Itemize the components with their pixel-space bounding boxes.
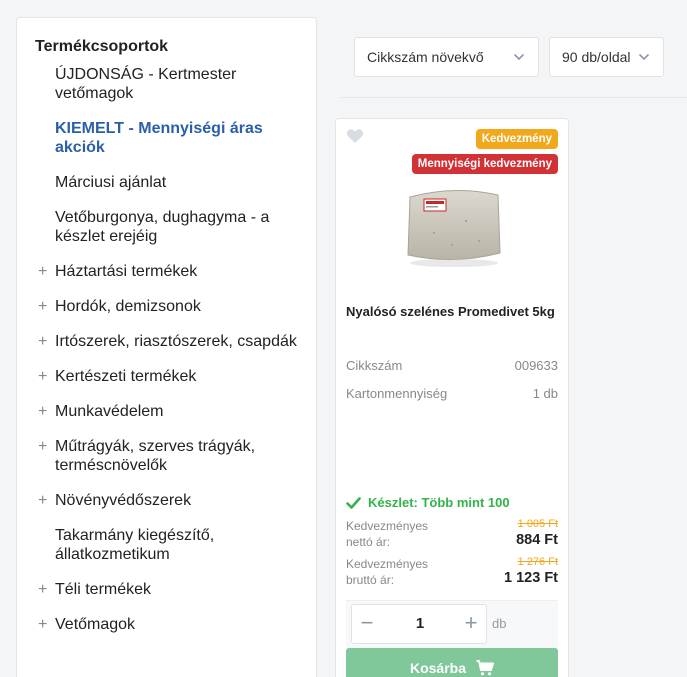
category-label[interactable]: Takarmány kiegészítő, állatkozmetikum [55,526,298,564]
category-label[interactable]: Irtószerek, riasztószerek, csapdák [55,332,298,351]
sidebar-title: Termékcsoportok [35,38,169,55]
expand-plus-icon[interactable]: + [35,402,55,421]
product-name[interactable]: Nyalósó szelénes Promedivet 5kg [346,304,560,319]
category-label[interactable]: Kertészeti termékek [55,367,298,386]
category-item[interactable]: + Munkavédelem [35,402,298,421]
category-item[interactable]: KIEMELT - Mennyiségi áras akciók [35,119,298,157]
minus-icon[interactable]: − [352,605,382,643]
expand-plus-icon[interactable]: + [35,491,55,510]
category-item[interactable]: + Háztartási termékek [35,262,298,281]
expand-plus-icon[interactable]: + [35,297,55,316]
add-to-cart-button[interactable]: Kosárba [346,648,558,677]
category-label[interactable]: Háztartási termékek [55,262,298,281]
net-new-price: 884 Ft [516,532,558,548]
quantity-discount-badge: Mennyiségi kedvezmény [411,154,558,174]
add-to-cart-label: Kosárba [409,660,467,676]
sku-row: Cikkszám 009633 [346,358,558,373]
category-sidebar: Termékcsoportok ÚJDONSÁG - Kertmester ve… [16,17,317,677]
category-item[interactable]: + Irtószerek, riasztószerek, csapdák [35,332,298,351]
category-label[interactable]: Hordók, demizsonok [55,297,298,316]
net-old-price: 1 005 Ft [517,518,558,530]
check-icon [346,496,361,509]
expand-plus-icon[interactable]: + [35,580,55,599]
category-label[interactable]: ÚJDONSÁG - Kertmester vetőmagok [55,65,298,103]
heart-icon[interactable] [346,128,364,144]
quantity-input[interactable]: 1 [382,605,458,643]
stock-status: Készlet: Több mint 100 [346,495,510,510]
product-image[interactable] [404,183,504,269]
carton-row: Kartonmennyiség 1 db [346,386,558,401]
category-label[interactable]: Vetőburgonya, dughagyma - a készlet erej… [55,208,298,246]
per-page-select[interactable]: 90 db/oldal [549,37,664,77]
category-item[interactable]: Vetőburgonya, dughagyma - a készlet erej… [35,208,298,246]
category-label[interactable]: Vetőmagok [55,615,298,634]
category-label[interactable]: Márciusi ajánlat [55,173,298,192]
category-item[interactable]: Takarmány kiegészítő, állatkozmetikum [35,526,298,564]
expand-plus-icon[interactable]: + [35,367,55,386]
product-card: Kedvezmény Mennyiségi kedvezmény Nyalósó… [335,118,569,677]
category-label[interactable]: KIEMELT - Mennyiségi áras akciók [55,119,298,157]
gross-old-price: 1 276 Ft [517,556,558,568]
quantity-unit: db [492,616,507,631]
sku-value: 009633 [514,358,558,373]
category-label[interactable]: Műtrágyák, szerves trágyák, terméscnövel… [55,437,298,475]
sort-select[interactable]: Cikkszám növekvő [354,37,539,77]
chevron-down-icon [639,54,649,61]
carton-label: Kartonmennyiség [346,386,448,401]
gross-price-row: Kedvezményes bruttó ár: 1 276 Ft 1 123 F… [346,556,558,590]
expand-plus-icon[interactable]: + [35,332,55,351]
category-item[interactable]: + Növényvédőszerek [35,491,298,510]
plus-icon[interactable]: + [456,605,486,643]
sku-label: Cikkszám [346,358,403,373]
gross-price-label: Kedvezményes bruttó ár: [346,557,429,587]
category-label[interactable]: Téli termékek [55,580,298,599]
quantity-stepper: − 1 + [351,604,487,644]
category-item[interactable]: + Kertészeti termékek [35,367,298,386]
category-item[interactable]: Márciusi ajánlat [35,173,298,192]
category-item[interactable]: + Műtrágyák, szerves trágyák, terméscnöve… [35,437,298,475]
discount-badge: Kedvezmény [475,129,558,149]
net-price-label: Kedvezményes nettó ár: [346,519,429,549]
carton-value: 1 db [532,386,558,401]
net-price-row: Kedvezményes nettó ár: 1 005 Ft 884 Ft [346,518,558,552]
stock-text: Készlet: Több mint 100 [368,495,510,510]
cart-icon [476,660,495,676]
category-item[interactable]: + Vetőmagok [35,615,298,634]
category-item[interactable]: + Hordók, demizsonok [35,297,298,316]
per-page-select-value: 90 db/oldal [562,49,631,65]
category-item[interactable]: ÚJDONSÁG - Kertmester vetőmagok [35,65,298,103]
category-label[interactable]: Munkavédelem [55,402,298,421]
chevron-down-icon [514,54,524,61]
expand-plus-icon[interactable]: + [35,262,55,281]
gross-new-price: 1 123 Ft [504,570,558,586]
expand-plus-icon[interactable]: + [35,615,55,634]
category-list: ÚJDONSÁG - Kertmester vetőmagok KIEMELT -… [35,65,298,634]
sort-select-value: Cikkszám növekvő [367,49,484,65]
category-label[interactable]: Növényvédőszerek [55,491,298,510]
category-item[interactable]: + Téli termékek [35,580,298,599]
expand-plus-icon[interactable]: + [35,437,55,456]
toolbar-divider [340,97,687,98]
quantity-box: − 1 + db [346,600,558,648]
